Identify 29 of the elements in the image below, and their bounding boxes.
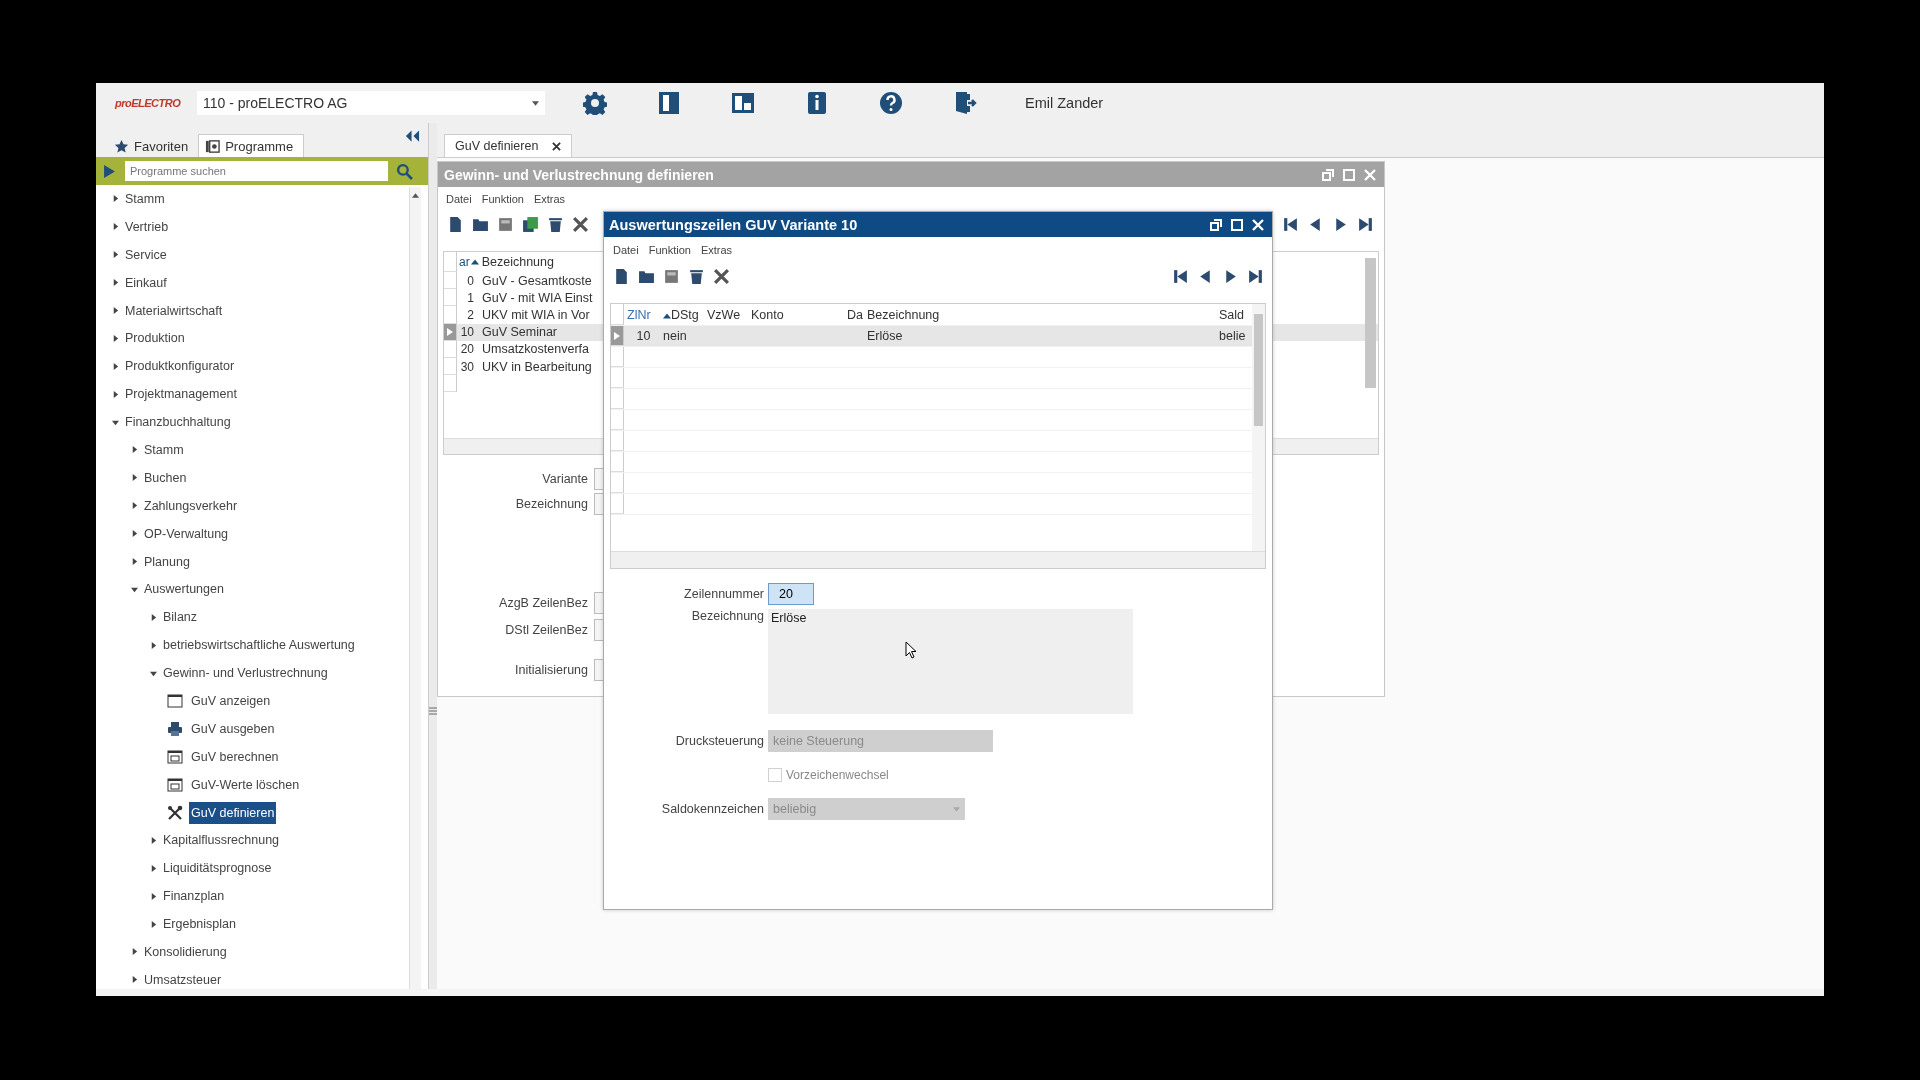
table-cell: GuV - mit WIA Einst <box>482 290 593 305</box>
field-label: Variante <box>541 472 588 486</box>
table-cell-text: 10 <box>459 325 475 340</box>
field-label: Bezeichnung <box>514 497 588 511</box>
table-cell-text: 20 <box>459 342 475 357</box>
table-cell: UKV mit WIA in Vor <box>482 307 590 322</box>
table-cell: belie <box>1219 329 1246 343</box>
field-label: Saldokennzeichen <box>660 802 764 816</box>
table-cell: Erlöse <box>867 329 903 343</box>
table-cell-text: 2 <box>466 307 475 322</box>
table-cell: GuV Seminar <box>482 325 558 340</box>
table-cell: GuV - Gesamtkoste <box>482 273 592 288</box>
field-label: Bezeichnung <box>690 609 764 623</box>
company-logo: proELECTRO <box>115 97 182 109</box>
table-cell-text: 1 <box>466 290 475 305</box>
user-name: Emil Zander <box>1025 95 1104 111</box>
table-cell-text: 0 <box>466 273 475 288</box>
field-label: Zeilennummer <box>683 587 764 601</box>
table-cell: 10 <box>636 329 651 343</box>
field-label: Initialisierung <box>514 663 588 677</box>
window-title: Gewinn- und Verlustrechnung definieren <box>444 166 714 183</box>
table-cell: UKV in Bearbeitung <box>482 359 592 374</box>
table-cell-text: 30 <box>459 359 475 374</box>
field-label: AzgB ZeilenBez <box>498 596 588 610</box>
table-cell: Umsatzkostenverfa <box>482 342 589 357</box>
field-label: DStl ZeilenBez <box>504 623 588 637</box>
field-label: Drucksteuerung <box>674 734 764 748</box>
table-cell: nein <box>663 329 687 343</box>
dialog-title: Auswertungszeilen GUV Variante 10 <box>609 216 858 233</box>
